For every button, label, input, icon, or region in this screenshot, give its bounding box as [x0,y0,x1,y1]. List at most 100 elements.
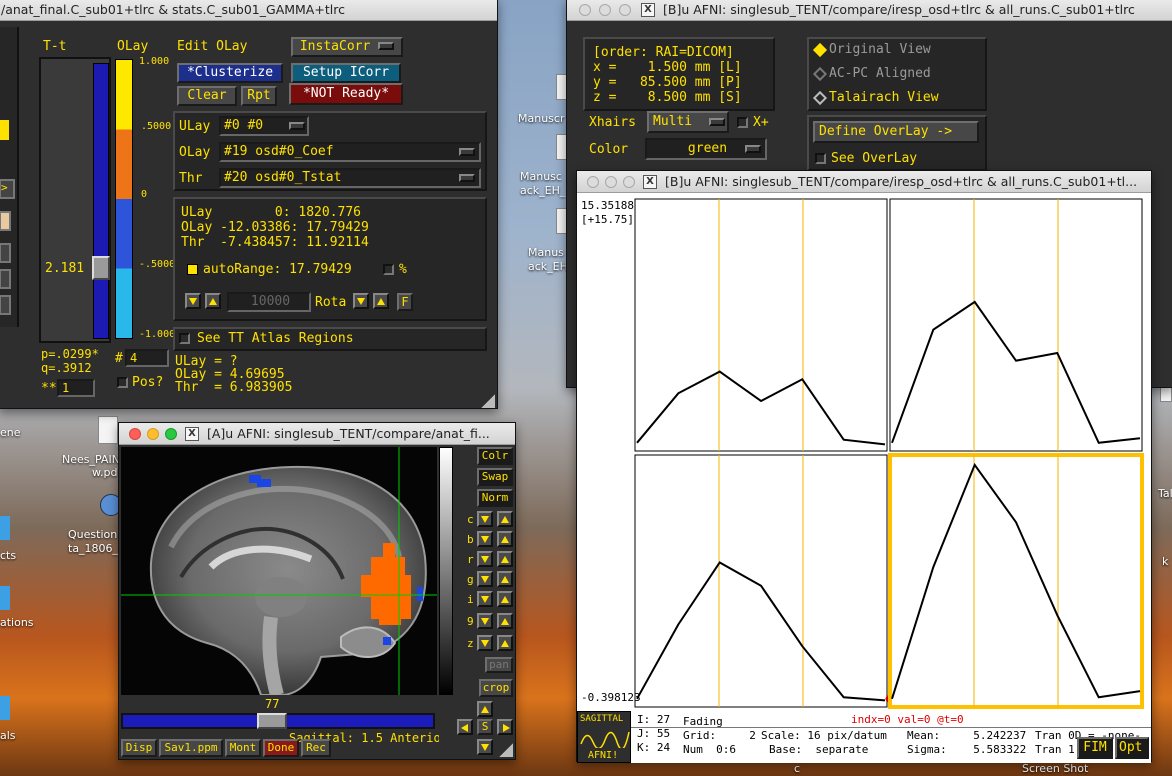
percent-label: % [399,262,407,277]
z-down-arrow[interactable] [477,635,493,651]
left-arrow[interactable] [457,719,473,735]
graph-matrix[interactable] [577,193,1151,711]
xhairs-selector[interactable]: Multi [647,111,729,133]
desktop-folder-icon[interactable] [0,696,10,720]
z-coordinate[interactable]: z = 8.500 mm [S] [593,90,742,105]
clear-button[interactable]: Clear [177,86,237,106]
not-ready-button[interactable]: *NOT Ready* [289,83,403,105]
autorange-checkbox[interactable] [187,264,198,275]
b-up-arrow[interactable] [497,531,513,547]
instacorr-button[interactable]: InstaCorr [291,37,403,57]
fim-button[interactable]: FIM [1077,737,1113,759]
minimize-icon[interactable] [605,176,617,188]
sagittal-image[interactable] [121,447,437,695]
scroll-up-arrow[interactable] [477,701,493,717]
cut-off-button[interactable] [0,269,11,289]
norm-button[interactable]: Norm [477,489,513,507]
rota-up-arrow[interactable] [373,293,389,309]
olay-selector[interactable]: #19 osd#0_Coef [219,142,481,162]
resize-grip-icon[interactable] [499,743,513,757]
save-button[interactable]: Sav1.ppm [159,739,223,757]
title-bar[interactable]: X [A]u AFNI: singlesub_TENT/compare/anat… [119,423,515,445]
order-label: [order: RAI=DICOM] [593,45,734,60]
minimize-icon[interactable] [599,4,611,16]
close-icon[interactable] [579,4,591,16]
desktop-file-icon[interactable] [98,416,118,444]
slice-slider-thumb[interactable] [257,713,287,729]
mont-button[interactable]: Mont [225,739,261,757]
percent-checkbox[interactable] [383,264,394,275]
title-bar[interactable]: X [B]u AFNI: singlesub_TENT/compare/ires… [567,0,1172,21]
tt-atlas-checkbox[interactable] [179,333,190,344]
title-bar[interactable]: /anat_final.C_sub01+tlrc & stats.C_sub01… [0,0,497,21]
ulay-selector[interactable]: #0 #0 [219,116,309,136]
right-arrow[interactable] [497,719,513,735]
grayscale-bar[interactable] [439,447,453,695]
hash-selector[interactable]: 4 [125,349,169,367]
graph-cell[interactable] [634,198,888,452]
g-down-arrow[interactable] [477,571,493,587]
9-up-arrow[interactable] [497,613,513,629]
s-button[interactable]: S [477,719,493,735]
pan-button[interactable]: pan [485,657,513,673]
opt-button[interactable]: Opt [1115,737,1149,759]
rpt-button[interactable]: Rpt [241,86,277,106]
see-overlay-checkbox[interactable] [815,153,826,164]
g-up-arrow[interactable] [497,571,513,587]
x-coordinate[interactable]: x = 1.500 mm [L] [593,60,742,75]
f-button[interactable]: F [397,293,413,311]
cut-off-button[interactable] [0,243,11,263]
positive-only-checkbox[interactable] [117,377,128,388]
close-icon[interactable] [587,176,599,188]
scroll-down-arrow[interactable] [477,739,493,755]
rec-button[interactable]: Rec [301,739,331,757]
desktop-folder-icon[interactable] [0,516,10,540]
color-selector[interactable]: green [645,138,767,160]
disp-button[interactable]: Disp [121,739,157,757]
close-icon[interactable] [129,428,141,440]
desktop-folder-icon[interactable] [0,586,10,610]
threshold-slider-thumb[interactable] [92,256,110,280]
clusterize-button[interactable]: *Clusterize [177,63,283,83]
cut-off-button[interactable] [0,211,11,231]
graph-cell[interactable] [889,198,1143,452]
title-bar[interactable]: X [B]u AFNI: singlesub_TENT/compare/ires… [577,171,1151,193]
sagittal-thumbnail[interactable]: SAGITTAL AFNI! [577,711,631,763]
zoom-icon[interactable] [623,176,635,188]
cut-off-arrow-button[interactable]: > [0,179,15,199]
stars-selector[interactable]: 1 [57,379,95,397]
color-bar[interactable] [115,59,133,339]
threshold-slider-track[interactable] [93,63,109,339]
9-down-arrow[interactable] [477,613,493,629]
zoom-icon[interactable] [165,428,177,440]
rota-down-arrow[interactable] [353,293,369,309]
swap-button[interactable]: Swap [477,468,513,486]
minimize-icon[interactable] [147,428,159,440]
xplus-checkbox[interactable] [737,117,748,128]
colr-button[interactable]: Colr [477,447,513,465]
setup-icorr-button[interactable]: Setup ICorr [291,63,401,83]
i-up-arrow[interactable] [497,591,513,607]
z-up-arrow[interactable] [497,635,513,651]
b-down-arrow[interactable] [477,531,493,547]
define-overlay-button[interactable]: Define OverLay -> [813,121,979,143]
thr-selector[interactable]: #20 osd#0_Tstat [219,168,481,188]
c-up-arrow[interactable] [497,511,513,527]
c-down-arrow[interactable] [477,511,493,527]
done-button[interactable]: Done [263,739,299,757]
range-up-arrow[interactable] [205,293,221,309]
y-coordinate[interactable]: y = 85.500 mm [P] [593,75,742,90]
range-input[interactable]: 10000 [227,292,311,312]
r-down-arrow[interactable] [477,551,493,567]
resize-grip-icon[interactable] [481,394,495,408]
up-arrow-icon [501,618,509,625]
range-down-arrow[interactable] [185,293,201,309]
r-up-arrow[interactable] [497,551,513,567]
info-i: I: 27 [637,713,671,726]
i-down-arrow[interactable] [477,591,493,607]
zoom-icon[interactable] [619,4,631,16]
graph-cell[interactable] [888,453,1144,709]
crop-button[interactable]: crop [479,679,513,697]
graph-cell[interactable] [634,454,888,708]
cut-off-button[interactable] [0,295,11,315]
